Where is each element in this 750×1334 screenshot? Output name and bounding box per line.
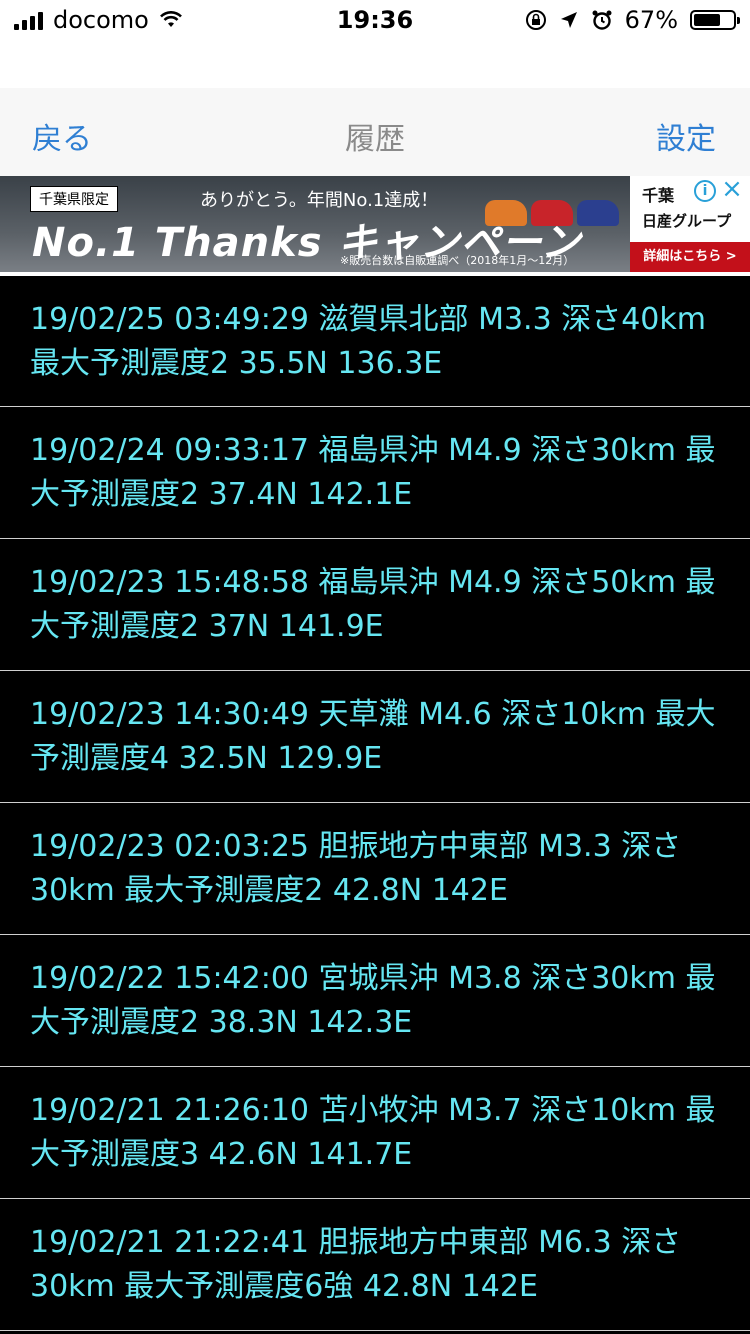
list-item[interactable]: 19/02/23 02:03:25 胆振地方中東部 M3.3 深さ30km 最大… — [0, 803, 750, 935]
adchoices-icon[interactable]: i — [694, 180, 716, 202]
battery-percent: 67% — [624, 6, 678, 34]
settings-button[interactable]: 設定 — [656, 114, 716, 158]
location-icon — [560, 12, 577, 28]
battery-icon — [690, 10, 740, 30]
list-item[interactable]: 19/02/23 15:48:58 福島県沖 M4.9 深さ50km 最大予測震… — [0, 539, 750, 671]
ad-subheadline: ありがとう。年間No.1達成！ — [200, 190, 439, 211]
status-spacer — [0, 40, 750, 88]
status-right: 67% — [525, 6, 740, 34]
list-item[interactable]: 19/02/23 14:30:49 天草灘 M4.6 深さ10km 最大予測震度… — [0, 671, 750, 803]
history-list: 19/02/25 03:49:29 滋賀県北部 M3.3 深さ40km 最大予測… — [0, 276, 750, 1331]
car-images — [485, 182, 625, 226]
rotation-lock-icon — [525, 10, 546, 30]
status-bar: docomo 19:36 67% — [0, 0, 750, 40]
list-item[interactable]: 19/02/24 09:33:17 福島県沖 M4.9 深さ30km 最大予測震… — [0, 407, 750, 539]
ad-detail-button[interactable]: 詳細はこちら > — [630, 242, 750, 272]
page-title: 履歴 — [345, 122, 405, 157]
alarm-icon — [592, 10, 612, 30]
list-item[interactable]: 19/02/21 21:26:10 苫小牧沖 M3.7 深さ10km 最大予測震… — [0, 1067, 750, 1199]
close-icon[interactable]: × — [720, 176, 744, 202]
list-item[interactable]: 19/02/25 03:49:29 滋賀県北部 M3.3 深さ40km 最大予測… — [0, 276, 750, 407]
ad-brand-group: 日産グループ — [642, 212, 732, 230]
ad-banner[interactable]: 千葉県限定 ありがとう。年間No.1達成！ No.1 Thanks キャンペーン… — [0, 176, 750, 272]
ad-region-tag: 千葉県限定 — [30, 186, 118, 212]
ad-brand-name: 千葉 — [642, 186, 675, 205]
ad-fineprint: ※販売台数は自販連調べ（2018年1月〜12月） — [340, 254, 575, 267]
list-item[interactable]: 19/02/22 15:42:00 宮城県沖 M3.8 深さ30km 最大予測震… — [0, 935, 750, 1067]
navigation-bar: 戻る 履歴 設定 — [0, 88, 750, 177]
list-item[interactable]: 19/02/21 21:22:41 胆振地方中東部 M6.3 深さ30km 最大… — [0, 1199, 750, 1331]
